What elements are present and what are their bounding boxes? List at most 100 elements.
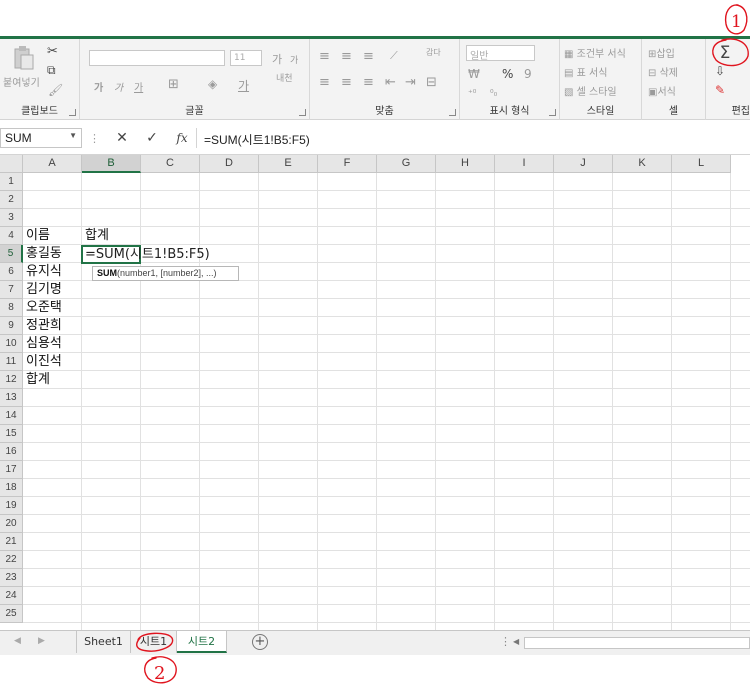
cell-area[interactable] [23,173,750,630]
format-cells-button[interactable]: ▣서식 [648,83,676,98]
row-header-24[interactable]: 24 [0,587,23,605]
row-header-14[interactable]: 14 [0,407,23,425]
row-header-12[interactable]: 12 [0,371,23,389]
row-header-1[interactable]: 1 [0,173,23,191]
row-header-21[interactable]: 21 [0,533,23,551]
row-header-17[interactable]: 17 [0,461,23,479]
align-bottom-icon[interactable]: ≡ [363,49,374,64]
row-header-22[interactable]: 22 [0,551,23,569]
row-header-25[interactable]: 25 [0,605,23,623]
row-header-6[interactable]: 6 [0,263,23,281]
row-header-3[interactable]: 3 [0,209,23,227]
row-header-18[interactable]: 18 [0,479,23,497]
scroll-track[interactable] [524,637,750,649]
indent-increase-icon[interactable]: ⇥ [405,75,416,90]
conditional-format-button[interactable]: ▦ 조건부 서식 [564,45,626,60]
cell-A12[interactable]: 합계 [23,371,50,389]
formula-input[interactable]: =SUM(시트1!B5:F5) [196,128,750,148]
cell-A7[interactable]: 김기명 [23,281,62,299]
row-header-13[interactable]: 13 [0,389,23,407]
cell-A10[interactable]: 심용석 [23,335,62,353]
row-header-5[interactable]: 5 [0,245,23,263]
row-header-23[interactable]: 23 [0,569,23,587]
tab-prev-icon[interactable]: ◀ [14,636,21,646]
border-icon[interactable]: ⊞ [168,77,179,92]
insert-cells-button[interactable]: ⊞삽입 [648,45,675,60]
enter-formula-button[interactable]: ✓ [140,128,164,148]
clipboard-launcher-icon[interactable] [69,109,76,116]
wrap-text-button[interactable]: 감다 [426,49,441,57]
name-box-dropdown-icon[interactable]: ▼ [69,131,77,140]
row-header-4[interactable]: 4 [0,227,23,245]
font-size-input[interactable]: 11 [230,50,262,66]
row-header-8[interactable]: 8 [0,299,23,317]
add-sheet-icon[interactable]: + [252,634,268,650]
align-left-icon[interactable]: ≡ [319,75,330,90]
column-header-A[interactable]: A [23,155,82,173]
bold-button[interactable]: 가 [94,79,103,94]
cancel-formula-button[interactable]: ✕ [110,128,134,148]
horizontal-scrollbar[interactable]: ⋮ ◀ [500,635,750,650]
tooltip-function-name[interactable]: SUM [97,268,117,278]
number-launcher-icon[interactable] [549,109,556,116]
column-header-I[interactable]: I [495,155,554,173]
align-middle-icon[interactable]: ≡ [341,49,352,64]
column-header-G[interactable]: G [377,155,436,173]
cell-A4[interactable]: 이름 [23,227,50,245]
currency-icon[interactable]: ₩ [468,67,480,81]
format-painter-icon[interactable]: 🖌 [48,83,63,97]
row-header-16[interactable]: 16 [0,443,23,461]
column-header-D[interactable]: D [200,155,259,173]
column-header-H[interactable]: H [436,155,495,173]
row-header-15[interactable]: 15 [0,425,23,443]
autosum-button[interactable]: Σ [712,43,738,63]
merge-icon[interactable]: ⊟ [426,75,437,90]
sheet-tab-sheet-1-kr[interactable]: 시트1 [131,631,177,653]
column-header-F[interactable]: F [318,155,377,173]
function-tooltip[interactable]: SUM(number1, [number2], ...) [92,266,239,281]
column-header-K[interactable]: K [613,155,672,173]
font-name-input[interactable] [89,50,225,66]
clear-eraser-icon[interactable]: ✎ [715,83,725,97]
scroll-left-icon[interactable]: ◀ [513,637,519,646]
row-header-20[interactable]: 20 [0,515,23,533]
font-launcher-icon[interactable] [299,109,306,116]
delete-cells-button[interactable]: ⊟ 삭제 [648,64,678,79]
select-all-corner[interactable] [0,155,23,173]
row-header-9[interactable]: 9 [0,317,23,335]
paste-label[interactable]: 붙여넣기 [3,74,40,89]
column-header-B[interactable]: B [82,155,141,173]
comma-button[interactable]: 9 [524,67,532,81]
cell-A9[interactable]: 정관희 [23,317,62,335]
cell-A6[interactable]: 유지식 [23,263,62,281]
insert-function-button[interactable]: fx [170,128,194,148]
fill-color-icon[interactable]: ◈ [208,77,217,91]
underline-button[interactable]: 가 [134,79,143,94]
percent-button[interactable]: % [502,67,513,81]
cut-icon[interactable]: ✂ [47,44,58,59]
copy-icon[interactable]: ⧉ [47,63,56,78]
cell-B4[interactable]: 합계 [82,227,109,245]
row-header-19[interactable]: 19 [0,497,23,515]
row-header-10[interactable]: 10 [0,335,23,353]
active-cell-B5[interactable]: =SUM(시트1!B5:F5) [81,245,210,264]
tab-next-icon[interactable]: ▶ [38,636,45,646]
cell-A8[interactable]: 오준택 [23,299,62,317]
column-header-E[interactable]: E [259,155,318,173]
row-header-2[interactable]: 2 [0,191,23,209]
font-grow-button[interactable]: 가 [272,51,282,67]
decrease-decimal-icon[interactable]: ⁰₀ [490,89,497,99]
indent-decrease-icon[interactable]: ⇤ [385,75,396,90]
sheet-tab-sheet-2-kr[interactable]: 시트2 [177,631,227,653]
align-top-icon[interactable]: ≡ [319,49,330,64]
column-header-J[interactable]: J [554,155,613,173]
column-header-L[interactable]: L [672,155,731,173]
font-shrink-button[interactable]: 가 [290,53,298,66]
paste-icon[interactable] [12,45,34,71]
cell-A5[interactable]: 홍길동 [23,245,62,263]
cell-A11[interactable]: 이진석 [23,353,62,371]
table-format-button[interactable]: ▤ 표 서식 [564,64,607,79]
align-center-icon[interactable]: ≡ [341,75,352,90]
row-header-7[interactable]: 7 [0,281,23,299]
number-format-select[interactable]: 일반 [466,45,535,62]
